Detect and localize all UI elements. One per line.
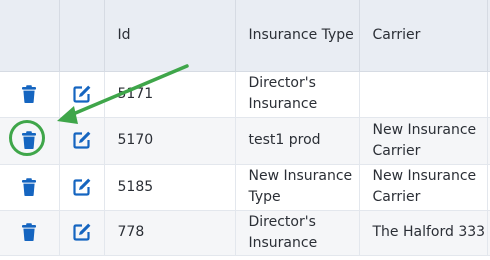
table-body: 5171 Director's Insurance 5170 test1 pro… — [0, 71, 490, 256]
edit-cell — [59, 164, 105, 211]
cell-carrier: The Halford 333 — [359, 210, 488, 256]
table-row: 5171 Director's Insurance — [0, 71, 490, 118]
edit-icon[interactable] — [72, 130, 92, 150]
edit-icon[interactable] — [72, 177, 92, 197]
header-carrier[interactable]: Carrier — [359, 0, 488, 72]
delete-cell — [0, 164, 60, 211]
cell-id: 5170 — [104, 117, 236, 165]
header-delete-col — [0, 0, 60, 72]
insurance-table: Id Insurance Type Carrier 5171 Director'… — [0, 0, 490, 256]
cell-id: 778 — [104, 210, 236, 256]
cell-insurance-type: Director's Insurance — [235, 210, 360, 256]
trash-icon[interactable] — [19, 130, 39, 150]
cell-id: 5171 — [104, 71, 236, 118]
cell-insurance-type: Director's Insurance — [235, 71, 360, 118]
header-edit-col — [59, 0, 105, 72]
cell-carrier — [359, 71, 488, 118]
delete-cell — [0, 117, 60, 165]
edit-cell — [59, 71, 105, 118]
delete-cell — [0, 71, 60, 118]
cell-insurance-type: New Insurance Type — [235, 164, 360, 211]
edit-icon[interactable] — [72, 84, 92, 104]
highlighted-delete — [9, 120, 46, 156]
trash-icon[interactable] — [19, 177, 39, 197]
table-row: 5185 New Insurance Type New Insurance Ca… — [0, 164, 490, 211]
delete-cell — [0, 210, 60, 256]
header-id[interactable]: Id — [104, 0, 236, 72]
edit-cell — [59, 117, 105, 165]
cell-id: 5185 — [104, 164, 236, 211]
edit-icon[interactable] — [72, 222, 92, 242]
header-row: Id Insurance Type Carrier — [0, 0, 490, 72]
table-row: 5170 test1 prod New Insurance Carrier — [0, 117, 490, 165]
trash-icon[interactable] — [19, 84, 39, 104]
header-insurance-type[interactable]: Insurance Type — [235, 0, 360, 72]
cell-insurance-type: test1 prod — [235, 117, 360, 165]
table-header: Id Insurance Type Carrier — [0, 0, 490, 72]
cell-carrier: New Insurance Carrier — [359, 164, 488, 211]
cell-carrier: New Insurance Carrier — [359, 117, 488, 165]
edit-cell — [59, 210, 105, 256]
trash-icon[interactable] — [19, 222, 39, 242]
table-row: 778 Director's Insurance The Halford 333 — [0, 210, 490, 256]
